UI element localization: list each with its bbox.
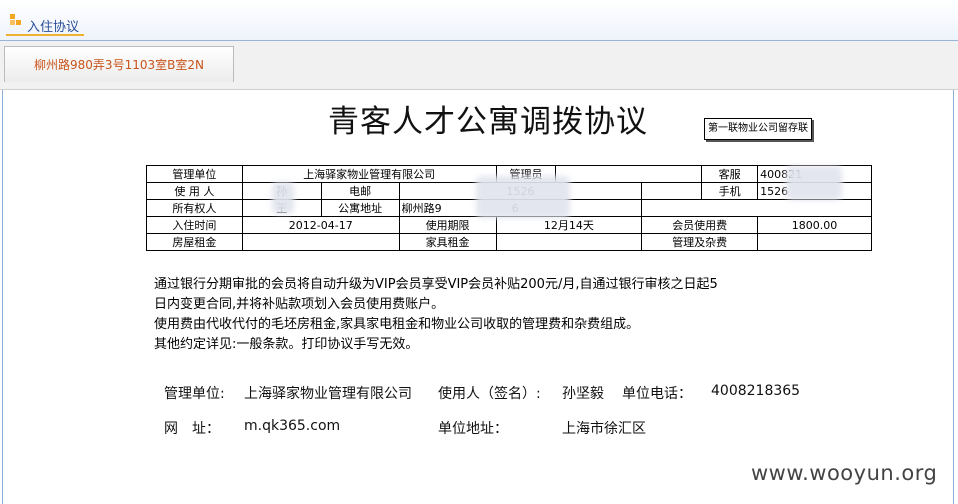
page-title: 入住协议 — [27, 20, 80, 35]
value-period: 12月14天 — [495, 216, 643, 234]
footer-phone-value: 4008218365 — [711, 383, 801, 399]
footer-mgmt-value: 上海驿家物业管理有限公司 — [244, 386, 412, 402]
label-address: 公寓地址 — [320, 199, 400, 217]
footer-mgmt-label: 管理单位: — [164, 386, 225, 402]
footer-addr-value: 上海市徐汇区 — [562, 421, 646, 437]
tab-bar: 柳州路980弄3号1103室B室2N — [0, 41, 958, 90]
value-furniture-rent — [495, 233, 643, 251]
label-mobile: 手机 — [701, 182, 759, 200]
terms-paragraph: 通过银行分期审批的会员将自动升级为VIP会员享受VIP会员补贴200元/月,自通… — [154, 275, 718, 355]
tab-address[interactable]: 柳州路980弄3号1103室B室2N — [4, 46, 234, 82]
label-mgmt-unit: 管理单位 — [146, 165, 243, 183]
terms-line: 通过银行分期审批的会员将自动升级为VIP会员享受VIP会员补贴200元/月,自通… — [154, 277, 718, 292]
footer-user-label: 使用人（签名）: — [438, 386, 541, 402]
value-member-fee: 1800.00 — [757, 216, 872, 234]
value-house-rent — [241, 233, 400, 251]
top-header-bar: 入住协议 — [0, 0, 958, 41]
terms-line: 使用费由代收代付的毛坯房租金,家具家电租金和物业公司收取的管理费和杂费组成。 — [154, 317, 640, 332]
label-email: 电邮 — [320, 182, 400, 200]
label-owner: 所有权人 — [146, 199, 243, 217]
copy-stamp: 第一联物业公司留存联 — [704, 118, 812, 140]
address-part-1: 柳州路9 — [401, 202, 442, 215]
footer-user-value: 孙坚毅 — [562, 386, 604, 402]
document-title: 青客人才公寓调拨协议 — [328, 104, 648, 140]
value-checkin-time: 2012-04-17 — [241, 216, 400, 234]
table-row: 房屋租金 家具租金 管理及杂费 — [146, 233, 872, 251]
redaction-blur — [786, 166, 842, 200]
label-service: 客服 — [701, 165, 759, 183]
label-period: 使用期限 — [398, 216, 497, 234]
label-furniture-rent: 家具租金 — [398, 233, 497, 251]
footer-site-label: 网 址： — [164, 421, 220, 437]
title-underline — [6, 34, 84, 36]
value-mgmt-fee — [757, 233, 872, 251]
label-house-rent: 房屋租金 — [146, 233, 243, 251]
empty-cell — [641, 182, 703, 200]
empty-cell — [641, 199, 872, 217]
value-manager — [555, 165, 703, 183]
value-mgmt-unit: 上海驿家物业管理有限公司 — [241, 165, 497, 183]
label-mgmt-fee: 管理及杂费 — [641, 233, 759, 251]
label-member-fee: 会员使用费 — [641, 216, 759, 234]
terms-line: 日内变更合同,并将补贴款项划入会员使用费账户。 — [154, 297, 445, 312]
app-logo-icon — [10, 14, 22, 26]
label-user: 使 用 人 — [146, 182, 243, 200]
redaction-blur — [476, 176, 570, 218]
table-row: 入住时间 2012-04-17 使用期限 12月14天 会员使用费 1800.0… — [146, 216, 872, 234]
label-checkin-time: 入住时间 — [146, 216, 243, 234]
redaction-blur — [272, 182, 294, 214]
terms-line: 其他约定详见:一般条款。打印协议手写无效。 — [154, 337, 419, 352]
footer-phone-label: 单位电话： — [622, 386, 692, 402]
watermark: www.wooyun.org — [751, 461, 938, 485]
footer-site-value: m.qk365.com — [244, 418, 341, 434]
footer-addr-label: 单位地址： — [438, 421, 508, 437]
